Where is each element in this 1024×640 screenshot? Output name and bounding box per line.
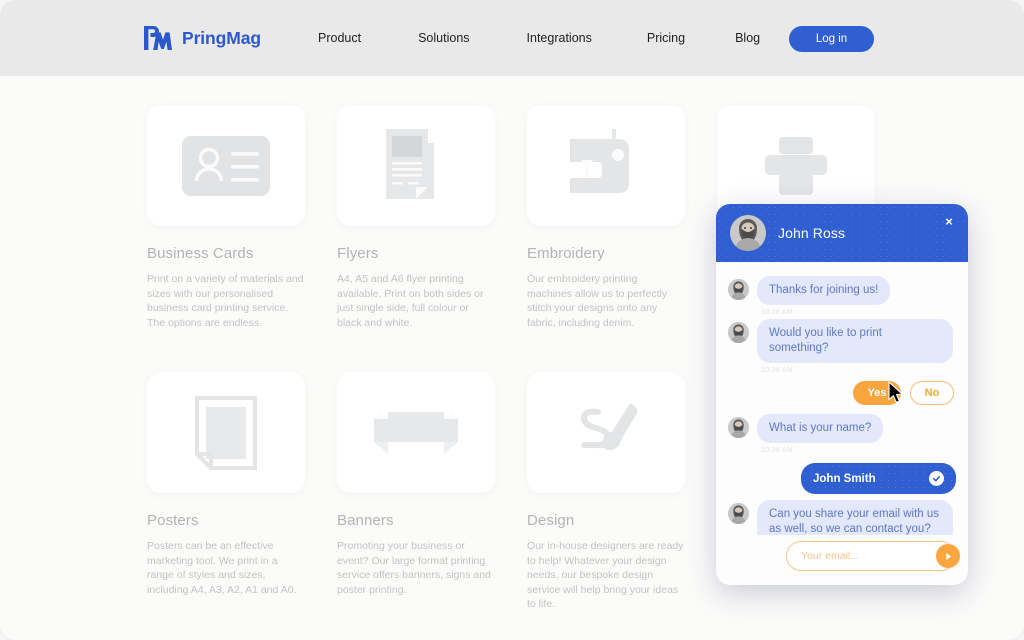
id-card-icon [182,135,270,196]
card-title: Business Cards [147,245,254,262]
service-card-embroidery[interactable]: Embroidery Our embroidery printing machi… [527,105,685,330]
card-tile [527,372,685,493]
card-title: Posters [147,512,199,529]
sewing-machine-icon [568,128,644,203]
quick-reply-yes-button[interactable]: Yes [853,381,901,405]
card-tile [337,105,495,226]
card-title: Embroidery [527,245,605,262]
nav-item-product[interactable]: Product [318,31,361,45]
chat-bubble: Can you share your email with us as well… [757,500,953,535]
chat-bubble-user-text: John Smith [813,472,876,485]
close-icon[interactable]: × [942,215,956,229]
chat-bubble-user: John Smith [801,463,956,494]
printer-icon [765,136,827,195]
card-description: Print on a variety of materials and size… [147,273,304,329]
card-description: A4, A5 and A6 flyer printing available. … [337,273,484,329]
chat-bubble: What is your name? [757,414,884,443]
check-icon [929,471,944,486]
chat-bubble: Would you like to print something? [757,319,953,363]
service-card-posters[interactable]: Posters Posters can be an effective mark… [147,372,305,612]
card-title: Design [527,512,575,529]
avatar [730,215,766,251]
email-input-wrapper[interactable] [786,541,960,571]
login-button[interactable]: Log in [789,26,874,52]
card-tile [527,105,685,226]
chat-message-user: John Smith [728,463,956,494]
card-description: Posters can be an effective marketing to… [147,540,297,596]
chat-timestamp: 10:36 AM [761,309,793,316]
brand-name: PringMag [182,27,261,48]
chat-message-agent: Would you like to print something? 10:36… [728,319,956,374]
rm-monogram-icon [142,24,172,52]
avatar [728,417,749,438]
chat-widget: John Ross × Thanks for joining us! 10:36… [716,204,968,585]
quick-reply-no-button[interactable]: No [910,381,954,405]
service-card-banners[interactable]: Banners Promoting your business or event… [337,372,495,612]
nav-item-solutions[interactable]: Solutions [418,31,469,45]
chat-agent-name: John Ross [778,225,846,241]
chat-message-agent: Thanks for joining us! 10:36 AM [728,276,956,316]
paintbrush-icon [570,396,642,470]
site-header: PringMag Product Solutions Integrations … [0,0,1024,76]
card-description: Promoting your business or event? Our la… [337,540,491,596]
avatar [728,322,749,343]
banner-ribbon-icon [374,411,458,454]
nav-item-integrations[interactable]: Integrations [527,31,592,45]
service-card-design[interactable]: Design Our in-house designers are ready … [527,372,685,612]
chat-message-agent: Can you share your email with us as well… [728,500,956,535]
poster-page-icon [195,395,257,470]
card-title: Flyers [337,245,379,262]
chat-message-list[interactable]: Thanks for joining us! 10:36 AM Would yo… [716,262,968,535]
chat-message-agent: What is your name? 10:36 AM [728,414,956,454]
page-root: PringMag Product Solutions Integrations … [0,0,1024,640]
chat-timestamp: 10:36 AM [761,447,793,454]
service-card-flyers[interactable]: Flyers A4, A5 and A6 flyer printing avai… [337,105,495,330]
service-card-business-cards[interactable]: Business Cards Print on a variety of mat… [147,105,305,330]
card-description: Our embroidery printing machines allow u… [527,273,668,329]
card-description: Our in-house designers are ready to help… [527,540,684,610]
email-field[interactable] [801,550,936,562]
card-tile [147,105,305,226]
card-title: Banners [337,512,394,529]
brand[interactable]: PringMag [142,24,261,52]
chat-header: John Ross × [716,204,968,262]
avatar [728,279,749,300]
chat-bubble: Thanks for joining us! [757,276,891,305]
nav-item-pricing[interactable]: Pricing [647,31,685,45]
card-tile [337,372,495,493]
avatar [728,503,749,524]
documents-stack-icon [380,126,452,206]
card-tile [147,372,305,493]
nav-item-blog[interactable]: Blog [735,31,760,45]
quick-reply-group: Yes No [728,381,954,405]
send-arrow-icon[interactable] [936,544,960,568]
chat-timestamp: 10:36 AM [761,367,793,374]
chat-input-area [716,535,968,585]
